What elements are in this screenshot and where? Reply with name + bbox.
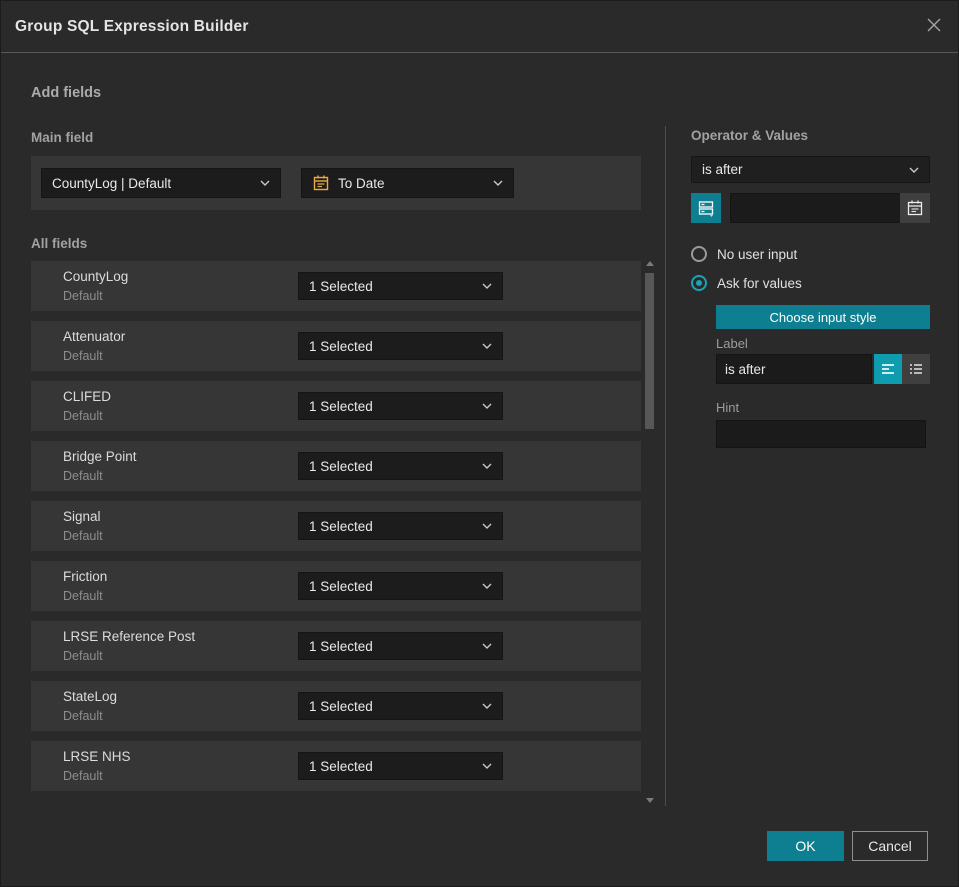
field-values-select[interactable]: 1 Selected (298, 512, 503, 540)
chevron-down-icon (482, 763, 492, 769)
group-sql-expression-builder-dialog: Group SQL Expression Builder Add fields … (0, 0, 959, 887)
close-button[interactable] (922, 15, 946, 39)
label-caption: Label (716, 336, 748, 351)
main-date-field-select[interactable]: To Date (301, 168, 514, 198)
list-input-icon (908, 361, 924, 377)
single-line-input-icon (880, 361, 896, 377)
field-row: LRSE NHS Default 1 Selected (31, 741, 641, 791)
all-fields-list: CountyLog Default 1 Selected Attenuator … (31, 261, 641, 794)
field-values-select[interactable]: 1 Selected (298, 332, 503, 360)
operator-select[interactable]: is after (691, 156, 930, 183)
radio-no-user-input[interactable]: No user input (691, 246, 797, 262)
list-style-button[interactable] (902, 354, 930, 384)
calendar-icon (906, 199, 924, 217)
label-input-row (716, 354, 930, 384)
radio-ask-for-values[interactable]: Ask for values (691, 275, 802, 291)
hint-caption: Hint (716, 400, 740, 415)
chevron-down-icon (482, 403, 492, 409)
chevron-down-icon (482, 463, 492, 469)
dialog-footer: OK Cancel (767, 831, 928, 861)
cancel-button[interactable]: Cancel (852, 831, 928, 861)
chevron-down-icon (482, 583, 492, 589)
single-line-style-button[interactable] (874, 354, 902, 384)
scroll-up-arrow-icon[interactable] (646, 261, 654, 266)
field-row: LRSE Reference Post Default 1 Selected (31, 621, 641, 671)
value-input-row (691, 193, 930, 223)
chevron-down-icon (493, 180, 503, 186)
main-field-select[interactable]: CountyLog | Default (41, 168, 281, 198)
field-row: Signal Default 1 Selected (31, 501, 641, 551)
chevron-down-icon (482, 343, 492, 349)
field-values-select[interactable]: 1 Selected (298, 692, 503, 720)
radio-checked-icon (691, 275, 707, 291)
chevron-down-icon (482, 643, 492, 649)
chevron-down-icon (482, 523, 492, 529)
field-values-select[interactable]: 1 Selected (298, 572, 503, 600)
radio-icon (691, 246, 707, 262)
main-field-band: CountyLog | Default To Date (31, 156, 641, 210)
field-values-select[interactable]: 1 Selected (298, 392, 503, 420)
calendar-icon (312, 174, 330, 192)
choose-input-style-button[interactable]: Choose input style (716, 305, 930, 329)
add-fields-heading: Add fields (31, 85, 102, 101)
list-scrollbar[interactable] (645, 259, 655, 811)
chevron-down-icon (260, 180, 270, 186)
hint-input[interactable] (716, 420, 926, 448)
field-row: CLIFED Default 1 Selected (31, 381, 641, 431)
dynamic-value-source-icon (697, 199, 715, 217)
field-values-select[interactable]: 1 Selected (298, 752, 503, 780)
ok-button[interactable]: OK (767, 831, 844, 861)
main-field-heading: Main field (31, 130, 94, 145)
field-row: StateLog Default 1 Selected (31, 681, 641, 731)
field-row: CountyLog Default 1 Selected (31, 261, 641, 311)
panel-divider (665, 126, 666, 806)
chevron-down-icon (482, 283, 492, 289)
field-values-select[interactable]: 1 Selected (298, 632, 503, 660)
operator-values-heading: Operator & Values (691, 128, 809, 143)
chevron-down-icon (482, 703, 492, 709)
field-row: Bridge Point Default 1 Selected (31, 441, 641, 491)
dialog-title: Group SQL Expression Builder (15, 17, 249, 35)
all-fields-heading: All fields (31, 236, 88, 251)
scroll-down-arrow-icon[interactable] (646, 798, 654, 803)
field-values-select[interactable]: 1 Selected (298, 272, 503, 300)
field-values-select[interactable]: 1 Selected (298, 452, 503, 480)
chevron-down-icon (909, 167, 919, 173)
scrollbar-thumb[interactable] (645, 273, 654, 429)
label-input[interactable] (716, 354, 872, 384)
close-icon (925, 16, 943, 39)
field-row: Attenuator Default 1 Selected (31, 321, 641, 371)
dynamic-value-source-button[interactable] (691, 193, 721, 223)
date-picker-button[interactable] (900, 193, 930, 223)
field-row: Friction Default 1 Selected (31, 561, 641, 611)
value-input[interactable] (730, 193, 900, 223)
dialog-header: Group SQL Expression Builder (1, 1, 958, 53)
